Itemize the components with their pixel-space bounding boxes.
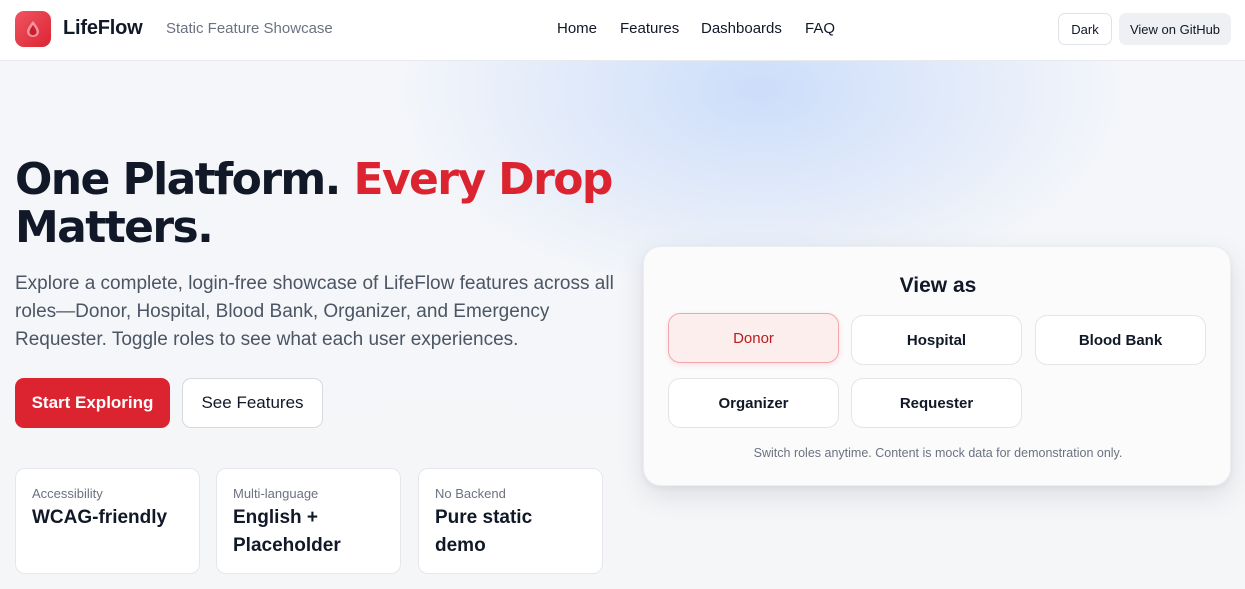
top-navbar: LifeFlow Static Feature Showcase Home Fe… xyxy=(0,0,1245,61)
stat-card-no-backend: No Backend Pure static demo xyxy=(418,468,603,574)
hero-lead: Explore a complete, login-free showcase … xyxy=(15,273,614,350)
stat-card-accessibility: Accessibility WCAG-friendly xyxy=(15,468,200,574)
github-link-button[interactable]: View on GitHub xyxy=(1119,13,1231,45)
theme-toggle-button[interactable]: Dark xyxy=(1058,13,1112,45)
hero-headline: One Platform. Every Drop Matters. xyxy=(15,156,615,252)
role-switcher-title: View as xyxy=(899,274,977,297)
stat-label: Multi-language xyxy=(233,486,319,501)
headline-accent: Every Drop xyxy=(353,154,614,205)
nav-faq[interactable]: FAQ xyxy=(805,20,835,37)
brand-tagline: Static Feature Showcase xyxy=(166,20,333,37)
see-features-button[interactable]: See Features xyxy=(182,378,323,428)
blood-drop-icon[interactable] xyxy=(15,11,51,47)
start-exploring-button[interactable]: Start Exploring xyxy=(15,378,170,428)
role-switcher-card: View as Donor Hospital Blood Bank Organi… xyxy=(643,246,1231,486)
role-organizer-button[interactable]: Organizer xyxy=(668,378,839,428)
nav-features[interactable]: Features xyxy=(620,20,679,37)
nav-dashboards[interactable]: Dashboards xyxy=(701,20,782,37)
role-hospital-button[interactable]: Hospital xyxy=(851,315,1022,365)
role-requester-button[interactable]: Requester xyxy=(851,378,1022,428)
role-blood-bank-button[interactable]: Blood Bank xyxy=(1035,315,1206,365)
role-switcher-note: Switch roles anytime. Content is mock da… xyxy=(753,446,1123,460)
stat-label: No Backend xyxy=(435,486,506,501)
stat-value: WCAG-friendly xyxy=(32,507,168,528)
stat-value: Pure static demo xyxy=(435,507,533,556)
stat-label: Accessibility xyxy=(32,486,103,501)
role-donor-button[interactable]: Donor xyxy=(668,313,839,363)
stat-card-multi-language: Multi-language English + Placeholder xyxy=(216,468,401,574)
brand-name[interactable]: LifeFlow xyxy=(63,17,143,40)
headline-part-2: Matters. xyxy=(15,202,214,253)
nav-home[interactable]: Home xyxy=(557,20,597,37)
stat-value: English + Placeholder xyxy=(233,507,341,556)
headline-part-1: One Platform. xyxy=(15,154,341,205)
